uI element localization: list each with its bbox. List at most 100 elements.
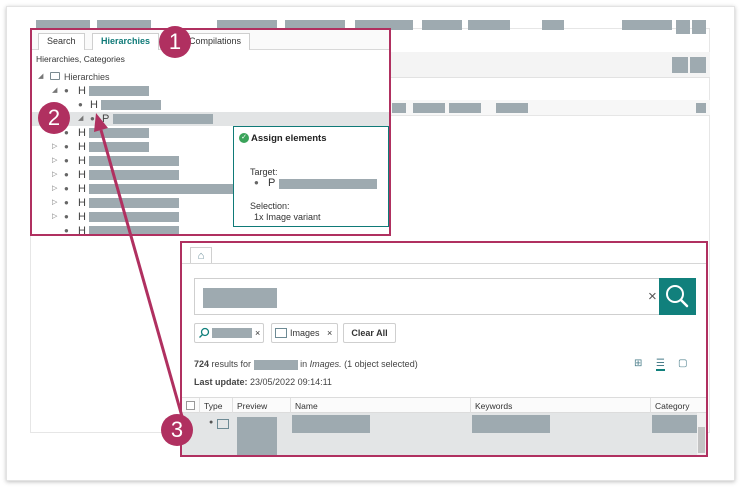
tab-search[interactable]: Search (38, 33, 85, 50)
redacted-label (89, 184, 239, 194)
tree-item[interactable]: ● H (52, 126, 252, 140)
bullet-icon: ● (64, 184, 69, 193)
clear-all-button[interactable]: Clear All (343, 323, 396, 343)
scrollbar-thumb[interactable] (698, 427, 705, 453)
tree-item[interactable]: ▷ ● H (52, 210, 252, 224)
bullet-icon: ● (64, 198, 69, 207)
folder-icon (50, 72, 60, 80)
results-scrollbar[interactable] (697, 413, 706, 455)
export-icon[interactable]: ⊞ (634, 358, 642, 369)
panel-tabs: Search Hierarchies Compilations (32, 30, 389, 50)
results-selected-text: (1 object selected) (344, 359, 418, 369)
tree-item-initial: H (78, 225, 86, 236)
column-header-type[interactable]: Type (199, 398, 232, 414)
remove-chip-icon[interactable]: × (327, 324, 332, 342)
top-toolbar-block[interactable] (622, 20, 672, 30)
hierarchies-panel: Search Hierarchies Compilations Hierarch… (30, 28, 391, 236)
collapse-triangle-icon[interactable]: ◢ (38, 70, 43, 84)
top-toolbar-block[interactable] (468, 20, 510, 30)
column-header-block (449, 103, 481, 113)
tab-divider (182, 263, 706, 264)
tab-hierarchies[interactable]: Hierarchies (92, 33, 160, 50)
bullet-icon: ● (64, 226, 69, 235)
redacted-label (89, 212, 179, 222)
results-term-redacted (253, 359, 298, 370)
tree-item[interactable]: ◢ ● H (52, 84, 252, 98)
search-term-chip[interactable]: × (194, 323, 264, 343)
search-icon (199, 327, 210, 338)
select-all-checkbox[interactable] (186, 401, 195, 410)
bullet-icon: ● (64, 170, 69, 179)
expand-triangle-icon[interactable]: ▷ (52, 154, 57, 168)
image-icon (275, 328, 287, 338)
top-toolbar-icon[interactable] (676, 20, 690, 34)
last-update-label: Last update: (194, 377, 248, 387)
tree-item[interactable]: ● H (52, 224, 252, 236)
tree-item-initial: H (78, 141, 86, 153)
column-header-keywords[interactable]: Keywords (470, 398, 650, 414)
results-table-header: Type Preview Name Keywords Category (182, 397, 706, 414)
redacted-label (89, 156, 179, 166)
expand-triangle-icon[interactable]: ▷ (52, 168, 57, 182)
redacted-label (89, 170, 179, 180)
category-cell-redacted (652, 415, 697, 433)
search-button[interactable] (659, 278, 696, 315)
expand-triangle-icon[interactable]: ▷ (52, 182, 57, 196)
column-header-block (496, 103, 528, 113)
search-query-redacted (203, 288, 277, 308)
search-input[interactable]: × (194, 278, 660, 315)
step-badge-1: 1 (159, 26, 191, 58)
grid-view-icon[interactable]: ▢ (678, 358, 687, 369)
bullet-icon: ● (64, 156, 69, 165)
table-row[interactable]: ● (182, 413, 697, 455)
collapse-triangle-icon[interactable]: ◢ (52, 84, 57, 98)
column-header-category[interactable]: Category (650, 398, 706, 414)
tree-item-initial: H (78, 85, 86, 97)
tree-item-initial: P (102, 113, 110, 125)
column-header-preview[interactable]: Preview (232, 398, 290, 414)
tree-item[interactable]: ▷ ● H (52, 168, 252, 182)
images-chip[interactable]: Images × (271, 323, 338, 343)
tree-item-initial: H (78, 197, 86, 209)
last-update-value: 23/05/2022 09:14:11 (250, 377, 332, 387)
expand-triangle-icon[interactable]: ▷ (52, 210, 57, 224)
tree-item[interactable]: ▷ ● H (52, 140, 252, 154)
tree-item[interactable]: ● H (66, 98, 266, 112)
results-in-text: in (300, 359, 308, 369)
expand-triangle-icon[interactable]: ▷ (52, 140, 57, 154)
results-scope: Images. (309, 359, 342, 369)
keywords-cell-redacted (472, 415, 550, 433)
tooltip-selection-value: 1x Image variant (254, 212, 321, 222)
bullet-icon: ● (90, 114, 95, 123)
tree-item[interactable]: ▷ ● H (52, 154, 252, 168)
top-toolbar-icon[interactable] (692, 20, 706, 34)
tree-root[interactable]: ◢ Hierarchies (38, 70, 238, 84)
bullet-icon: ● (64, 212, 69, 221)
tree-root-label: Hierarchies (64, 72, 110, 82)
tree-item[interactable]: ▷ ● H (52, 196, 252, 210)
tree-item-selected[interactable]: ◢ ● P (78, 112, 278, 126)
column-header-block (696, 103, 706, 113)
column-header-name[interactable]: Name (290, 398, 470, 414)
results-for-text: results for (211, 359, 252, 369)
images-chip-label: Images (290, 328, 320, 338)
bullet-icon: ● (64, 86, 69, 95)
expand-triangle-icon[interactable]: ▷ (52, 196, 57, 210)
content-toolbar-icon[interactable] (672, 57, 688, 73)
top-toolbar-block[interactable] (542, 20, 564, 30)
top-toolbar-block[interactable] (422, 20, 462, 30)
content-toolbar-icon[interactable] (690, 57, 706, 73)
assign-elements-tooltip: ✓ Assign elements Target: ● P Selection:… (233, 126, 389, 227)
last-update-line: Last update: 23/05/2022 09:14:11 (194, 377, 332, 387)
remove-chip-icon[interactable]: × (255, 324, 260, 342)
check-circle-icon: ✓ (239, 133, 249, 143)
bullet-icon: ● (254, 178, 259, 187)
clear-search-icon[interactable]: × (648, 288, 657, 305)
list-view-icon[interactable]: ☰ (656, 358, 665, 371)
preview-thumbnail[interactable] (237, 417, 277, 455)
results-count: 724 (194, 359, 210, 369)
collapse-triangle-icon[interactable]: ◢ (78, 112, 83, 126)
home-tab[interactable]: ⌂ (190, 247, 212, 264)
tooltip-target-label: Target: (250, 167, 278, 177)
image-icon (217, 419, 229, 429)
